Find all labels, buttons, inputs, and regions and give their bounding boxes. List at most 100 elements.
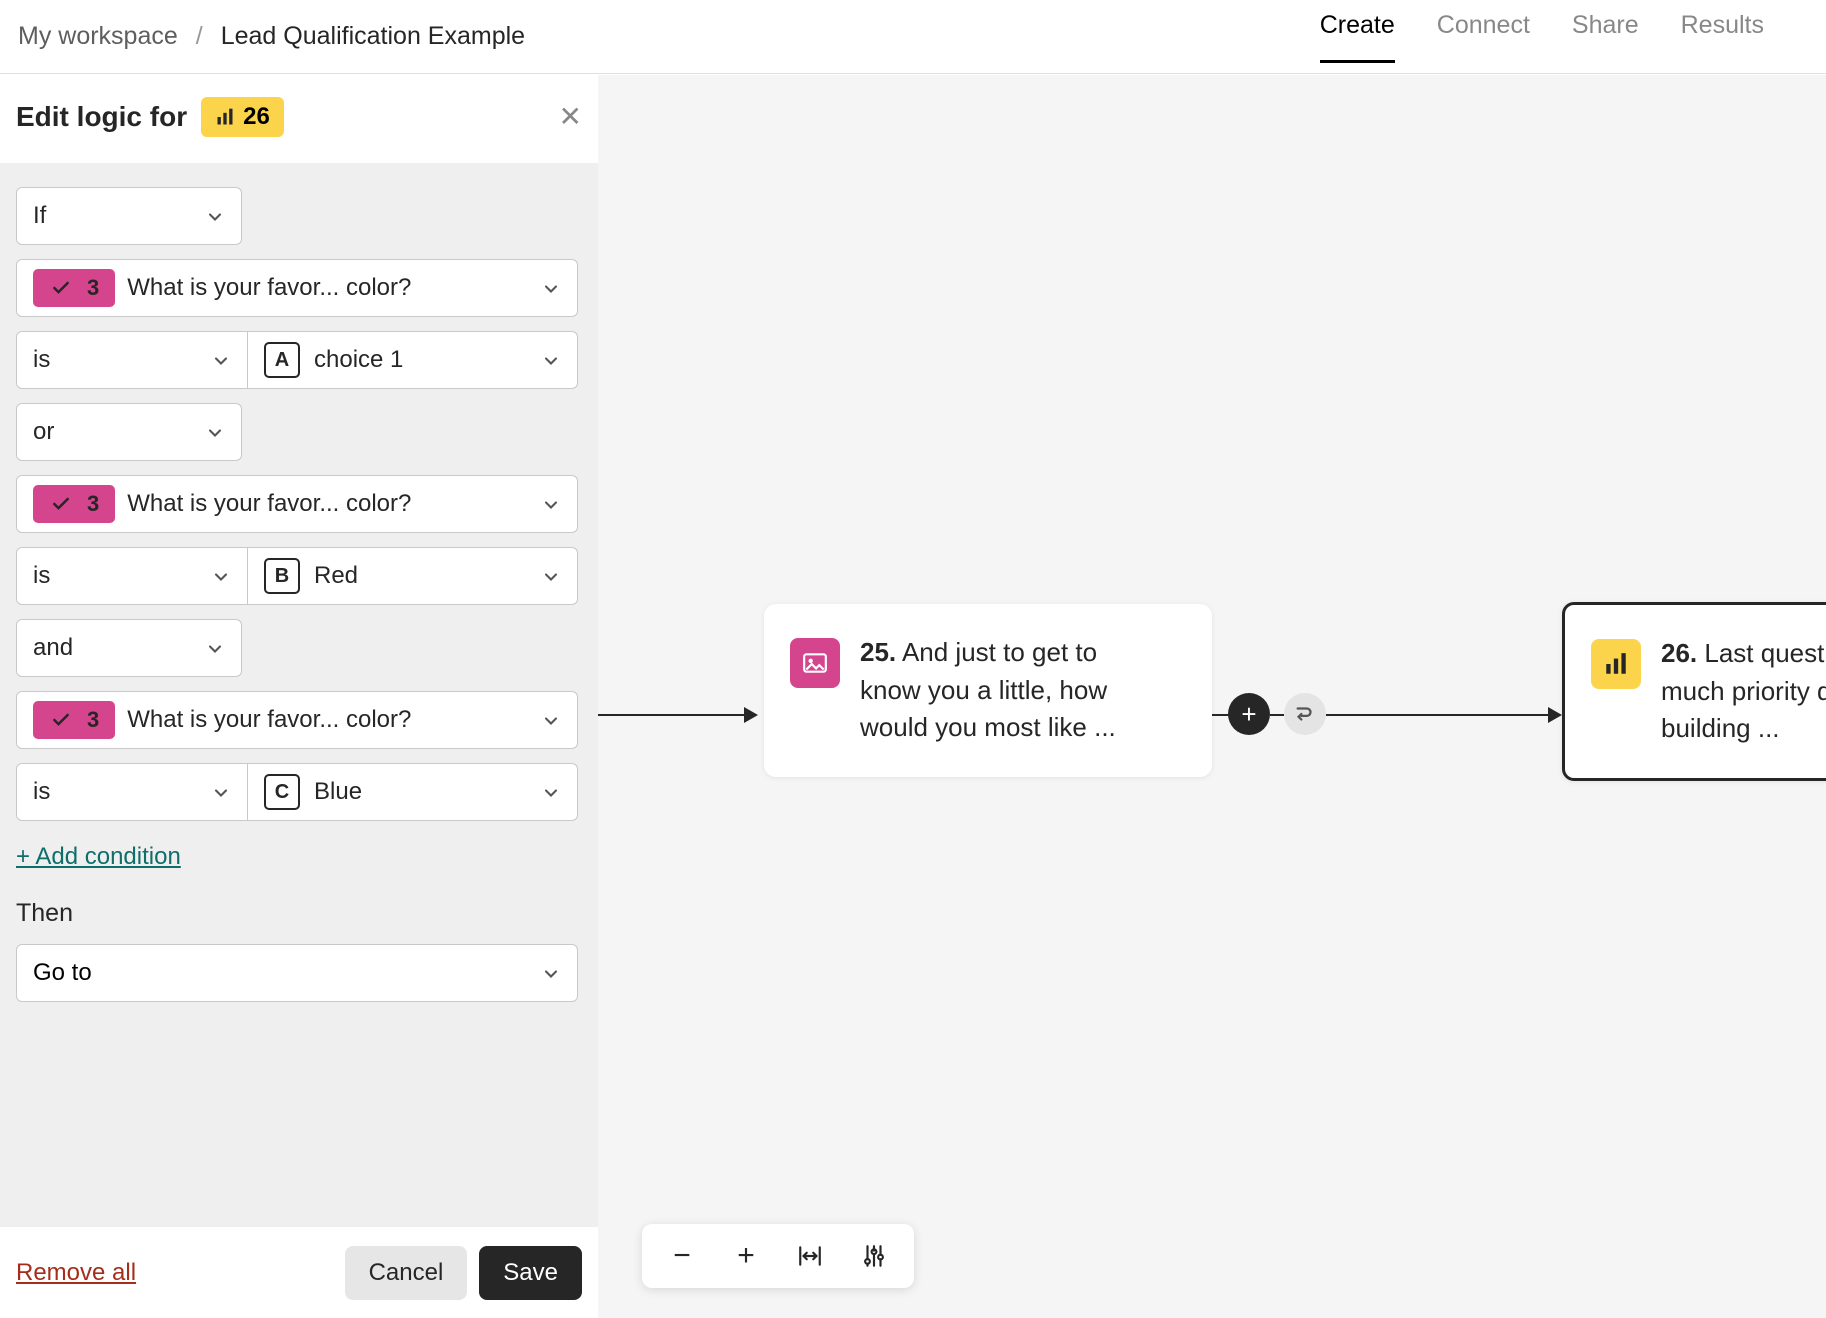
operator-label: is	[33, 346, 50, 374]
chevron-down-icon	[541, 782, 561, 802]
question-type-badge: 3	[33, 485, 115, 523]
choice-letter: A	[264, 342, 300, 378]
breadcrumb-separator: /	[196, 22, 203, 51]
choice-value: Blue	[314, 778, 362, 806]
add-node-button[interactable]: +	[1228, 693, 1270, 735]
combiner-label: and	[33, 634, 73, 662]
breadcrumb-project[interactable]: Lead Qualification Example	[221, 22, 525, 51]
zoom-toolbar: − +	[642, 1224, 914, 1288]
tab-create[interactable]: Create	[1320, 11, 1395, 63]
value-select[interactable]: C Blue	[248, 763, 578, 821]
choice-letter: C	[264, 774, 300, 810]
tab-connect[interactable]: Connect	[1437, 11, 1530, 63]
save-button[interactable]: Save	[479, 1246, 582, 1300]
fit-width-icon	[797, 1243, 823, 1269]
close-button[interactable]: ✕	[559, 103, 582, 131]
sidebar-header: Edit logic for 26 ✕	[0, 75, 598, 163]
arrow-head-icon	[1548, 707, 1562, 723]
logic-canvas[interactable]: 25. And just to get to know you a little…	[598, 75, 1826, 1318]
combiner-select[interactable]: or	[16, 403, 242, 461]
opinion-scale-icon	[1591, 639, 1641, 689]
question-card-25[interactable]: 25. And just to get to know you a little…	[764, 604, 1212, 777]
combiner-label: or	[33, 418, 54, 446]
question-type-badge: 3	[33, 269, 115, 307]
condition-question-select[interactable]: 3 What is your favor... color?	[16, 259, 578, 317]
question-badge-num: 26	[243, 103, 270, 131]
picture-choice-icon	[790, 638, 840, 688]
question-card-26[interactable]: 26. Last question — how much priority do…	[1562, 602, 1826, 781]
chevron-down-icon	[205, 422, 225, 442]
remove-all-link[interactable]: Remove all	[16, 1259, 136, 1287]
question-text: What is your favor... color?	[127, 274, 411, 302]
value-select[interactable]: A choice 1	[248, 331, 578, 389]
main-tabs: Create Connect Share Results	[1320, 11, 1764, 63]
question-badge: 26	[201, 97, 284, 137]
question-text: What is your favor... color?	[127, 490, 411, 518]
condition-question-select[interactable]: 3 What is your favor... color?	[16, 691, 578, 749]
choice-value: Red	[314, 562, 358, 590]
sidebar-footer: Remove all Cancel Save	[0, 1226, 598, 1318]
question-type-badge: 3	[33, 701, 115, 739]
chevron-down-icon	[541, 278, 561, 298]
chevron-down-icon	[541, 963, 561, 983]
go-to-select[interactable]: Go to	[16, 944, 578, 1002]
chevron-down-icon	[211, 350, 231, 370]
settings-button[interactable]	[842, 1224, 906, 1288]
branch-button[interactable]	[1284, 693, 1326, 735]
logic-sidebar: Edit logic for 26 ✕ If 3 What is your fa…	[0, 75, 598, 1318]
bar-chart-icon	[215, 107, 235, 127]
connector-line	[1270, 714, 1284, 716]
breadcrumb-workspace[interactable]: My workspace	[18, 22, 178, 51]
value-select[interactable]: B Red	[248, 547, 578, 605]
go-to-label: Go to	[33, 959, 92, 987]
chevron-down-icon	[205, 638, 225, 658]
connector-line	[1326, 714, 1552, 716]
choice-letter: B	[264, 558, 300, 594]
condition-question-select[interactable]: 3 What is your favor... color?	[16, 475, 578, 533]
card-body: And just to get to know you a little, ho…	[860, 637, 1116, 742]
if-select[interactable]: If	[16, 187, 242, 245]
sliders-icon	[861, 1243, 887, 1269]
chevron-down-icon	[541, 710, 561, 730]
tab-share[interactable]: Share	[1572, 11, 1639, 63]
add-condition-link[interactable]: + Add condition	[16, 843, 181, 871]
cancel-button[interactable]: Cancel	[345, 1246, 468, 1300]
operator-select[interactable]: is	[16, 547, 248, 605]
question-number: 3	[87, 275, 99, 301]
check-icon	[49, 710, 73, 730]
question-number: 3	[87, 707, 99, 733]
chevron-down-icon	[541, 566, 561, 586]
if-label: If	[33, 202, 46, 230]
tab-results[interactable]: Results	[1681, 11, 1764, 63]
chevron-down-icon	[541, 350, 561, 370]
chevron-down-icon	[211, 782, 231, 802]
breadcrumb: My workspace / Lead Qualification Exampl…	[18, 22, 525, 51]
check-icon	[49, 278, 73, 298]
logic-body: If 3 What is your favor... color? is A c…	[0, 163, 598, 1226]
card-number: 26.	[1661, 638, 1697, 668]
branch-icon	[1294, 703, 1316, 725]
operator-label: is	[33, 778, 50, 806]
connector-line	[598, 714, 746, 716]
question-number: 3	[87, 491, 99, 517]
operator-select[interactable]: is	[16, 763, 248, 821]
chevron-down-icon	[541, 494, 561, 514]
chevron-down-icon	[211, 566, 231, 586]
sidebar-title: Edit logic for	[16, 101, 187, 133]
card-text: 25. And just to get to know you a little…	[860, 634, 1130, 747]
then-label: Then	[16, 899, 582, 928]
fit-width-button[interactable]	[778, 1224, 842, 1288]
combiner-select[interactable]: and	[16, 619, 242, 677]
card-text: 26. Last question — how much priority do…	[1661, 635, 1826, 748]
choice-value: choice 1	[314, 346, 403, 374]
card-number: 25.	[860, 637, 896, 667]
zoom-out-button[interactable]: −	[650, 1224, 714, 1288]
operator-label: is	[33, 562, 50, 590]
zoom-in-button[interactable]: +	[714, 1224, 778, 1288]
chevron-down-icon	[205, 206, 225, 226]
header: My workspace / Lead Qualification Exampl…	[0, 0, 1826, 74]
operator-select[interactable]: is	[16, 331, 248, 389]
arrow-head-icon	[744, 707, 758, 723]
check-icon	[49, 494, 73, 514]
question-text: What is your favor... color?	[127, 706, 411, 734]
